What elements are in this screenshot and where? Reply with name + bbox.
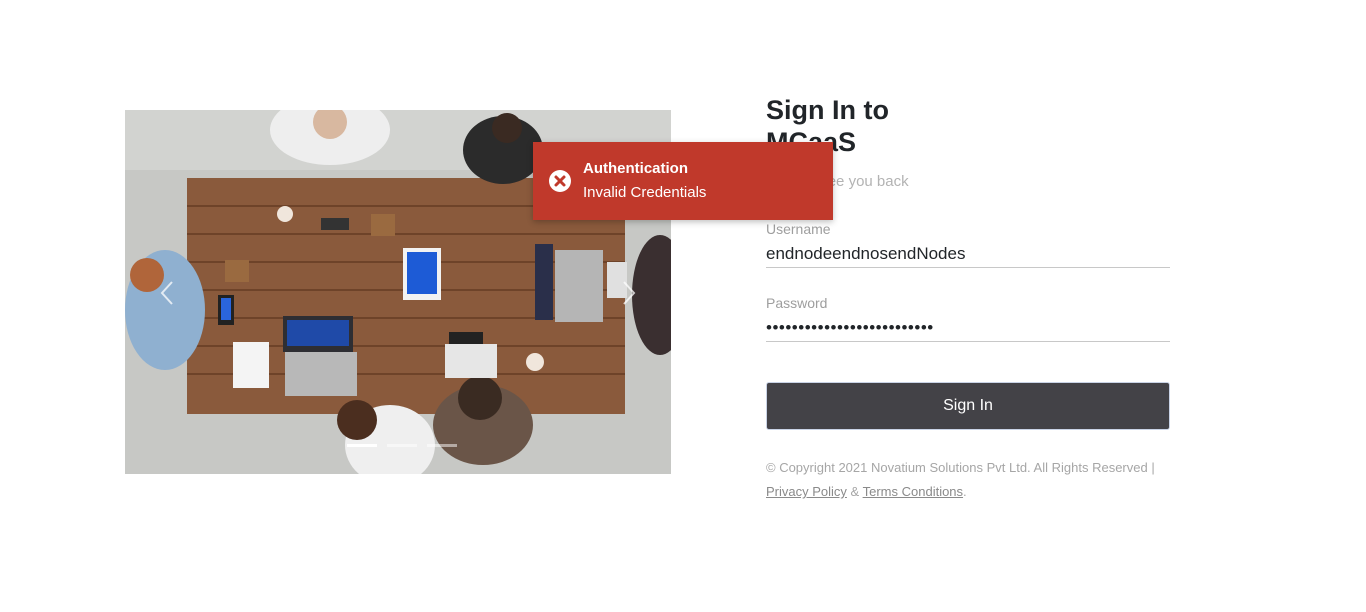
chevron-left-icon — [160, 281, 173, 305]
password-input[interactable] — [766, 314, 1170, 342]
copyright-text: © Copyright 2021 Novatium Solutions Pvt … — [766, 460, 1155, 475]
toast-title: Authentication — [583, 160, 688, 177]
terms-conditions-link[interactable]: Terms Conditions — [863, 484, 963, 499]
password-field: Password — [766, 294, 1170, 342]
error-toast[interactable]: Authentication Invalid Credentials — [533, 142, 833, 220]
error-circle-icon — [549, 170, 571, 192]
toast-message: Invalid Credentials — [583, 184, 707, 201]
footer: © Copyright 2021 Novatium Solutions Pvt … — [766, 456, 1186, 504]
carousel-indicator-2[interactable] — [387, 444, 417, 447]
username-input[interactable] — [766, 240, 1170, 268]
privacy-policy-link[interactable]: Privacy Policy — [766, 484, 847, 499]
footer-separator: & — [850, 484, 860, 499]
login-page: Sign In to MCaaS good to see you back Us… — [0, 0, 1366, 612]
username-label: Username — [766, 221, 831, 237]
footer-end: . — [963, 484, 967, 499]
carousel-indicator-1[interactable] — [347, 444, 377, 447]
carousel-indicators — [347, 444, 457, 447]
carousel-prev-button[interactable] — [154, 278, 180, 308]
password-label: Password — [766, 295, 828, 311]
signin-button[interactable]: Sign In — [766, 382, 1170, 430]
carousel-indicator-3[interactable] — [427, 444, 457, 447]
chevron-right-icon — [623, 281, 636, 305]
carousel-next-button[interactable] — [616, 278, 642, 308]
username-field: Username — [766, 220, 1170, 268]
